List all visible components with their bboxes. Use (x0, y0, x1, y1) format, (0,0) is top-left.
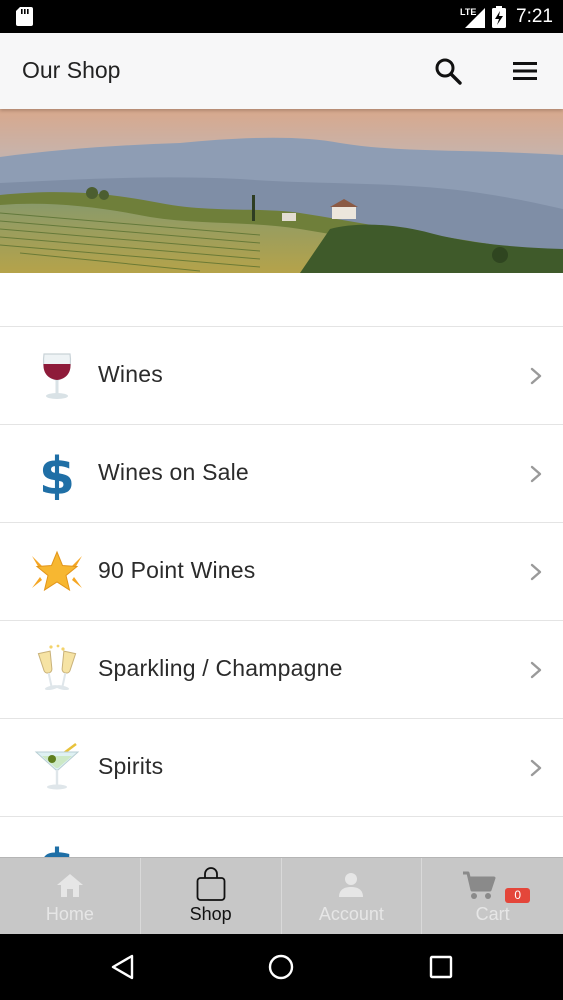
chevron-right-icon (530, 563, 542, 581)
chevron-right-icon (530, 367, 542, 385)
sd-card-icon (16, 7, 33, 26)
shopping-bag-icon (196, 867, 226, 901)
category-label: Wines on Sale (98, 459, 249, 485)
cocktail-glass-icon (34, 743, 80, 790)
app-bar: Our Shop (0, 33, 563, 109)
lte-signal-icon: LTE (460, 7, 486, 28)
chevron-right-icon (530, 759, 542, 777)
dollar-sign-icon: $ (39, 448, 75, 500)
chevron-right-icon (530, 465, 542, 483)
status-time: 7:21 (516, 5, 553, 27)
battery-charging-icon (492, 5, 507, 28)
hero-banner (0, 109, 563, 273)
tab-home[interactable]: Home (0, 858, 141, 935)
tab-label: Cart (475, 904, 510, 924)
champagne-glasses-icon (37, 644, 77, 691)
category-item-90-point-wines[interactable]: 90 Point Wines (0, 522, 563, 620)
svg-text:$: $ (39, 448, 75, 500)
cart-icon (462, 871, 496, 899)
category-item-wines-on-sale[interactable]: $ Wines on Sale (0, 424, 563, 522)
category-label: Sparkling / Champagne (98, 655, 343, 681)
tab-label: Shop (189, 904, 232, 924)
system-nav-bar (0, 934, 563, 1000)
star-burst-icon (32, 550, 82, 592)
status-bar: LTE 7:21 (0, 0, 563, 33)
person-icon (339, 873, 364, 897)
wine-glass-icon (42, 353, 72, 399)
home-icon (56, 874, 83, 897)
category-item-sparkling-champagne[interactable]: Sparkling / Champagne (0, 620, 563, 718)
recents-icon[interactable] (428, 954, 454, 980)
category-label: Spirits (98, 753, 164, 779)
tab-shop[interactable]: Shop (141, 858, 282, 935)
category-item-wines[interactable]: Wines (0, 326, 563, 424)
page-title: Our Shop (22, 57, 121, 83)
menu-icon[interactable] (510, 56, 540, 86)
search-icon[interactable] (433, 56, 463, 86)
tab-account[interactable]: Account (282, 858, 423, 935)
bottom-nav: Home Shop Account 0 Cart (0, 857, 563, 935)
back-icon[interactable] (110, 954, 136, 980)
svg-text:LTE: LTE (460, 7, 476, 17)
tab-cart[interactable]: 0 Cart (422, 858, 563, 935)
tab-label: Home (45, 904, 94, 924)
cart-count-badge: 0 (505, 888, 531, 903)
vineyard-landscape-image (0, 109, 563, 273)
category-label: Wines (98, 361, 163, 387)
category-list: Wines $ Wines on Sale 90 Point Wines Spa… (0, 326, 563, 914)
category-item-spirits[interactable]: Spirits (0, 718, 563, 816)
category-label: 90 Point Wines (98, 557, 256, 583)
chevron-right-icon (530, 661, 542, 679)
tab-label: Account (318, 904, 384, 924)
home-button-icon[interactable] (268, 954, 294, 980)
